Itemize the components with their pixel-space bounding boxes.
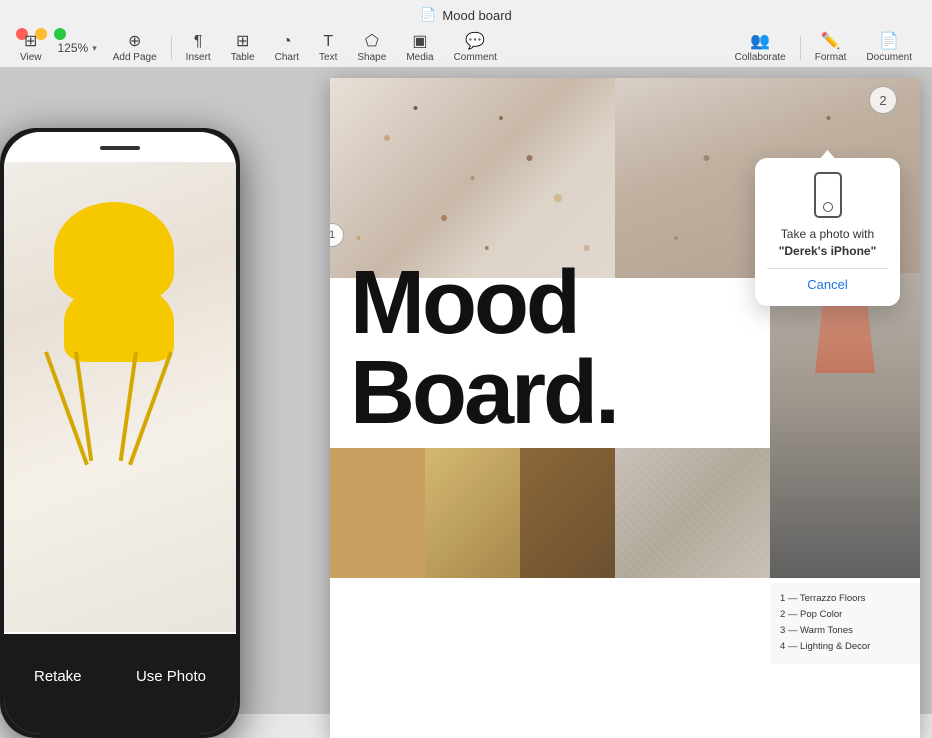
shape-label: Shape bbox=[357, 52, 386, 63]
main-area: MoodBoard. 1 — Terrazzo Floors 2 — Pop C… bbox=[0, 68, 932, 714]
view-label: View bbox=[20, 52, 42, 63]
text-icon: T bbox=[323, 34, 333, 50]
window-title-area: 📄 Mood board bbox=[420, 0, 512, 30]
text-label: Text bbox=[319, 52, 337, 63]
labels-area: 1 — Terrazzo Floors 2 — Pop Color 3 — Wa… bbox=[770, 583, 920, 664]
titlebar: 📄 Mood board ⊞ View 125% ▾ ⊕ Add Page ¶ … bbox=[0, 0, 932, 68]
zoom-arrow-icon: ▾ bbox=[92, 43, 97, 54]
toolbar-add-page[interactable]: ⊕ Add Page bbox=[103, 29, 167, 67]
toolbar-document[interactable]: 📄 Document bbox=[856, 29, 922, 67]
swatch-warm2 bbox=[425, 448, 520, 578]
use-photo-button[interactable]: Use Photo bbox=[136, 668, 206, 685]
swatch-warm3 bbox=[520, 448, 615, 578]
iphone-device: Retake Use Photo bbox=[0, 128, 240, 738]
chart-icon: ◔ bbox=[282, 34, 292, 50]
popup-divider bbox=[767, 268, 888, 269]
toolbar-insert[interactable]: ¶ Insert bbox=[176, 29, 221, 67]
toolbar-comment[interactable]: 💬 Comment bbox=[444, 29, 507, 67]
lamp-image bbox=[770, 273, 920, 578]
document-icon: 📄 bbox=[879, 34, 899, 50]
toolbar-view[interactable]: ⊞ View bbox=[10, 29, 52, 67]
add-page-icon: ⊕ bbox=[128, 34, 141, 50]
pages-icon: 📄 bbox=[420, 7, 436, 23]
popup-phone-icon bbox=[814, 172, 842, 218]
format-label: Format bbox=[815, 52, 847, 63]
document-label: Document bbox=[866, 52, 912, 63]
toolbar-format[interactable]: ✏️ Format bbox=[805, 29, 857, 67]
zoom-value: 125% bbox=[58, 41, 89, 55]
retake-button[interactable]: Retake bbox=[34, 668, 82, 685]
toolbar-zoom[interactable]: 125% ▾ bbox=[52, 29, 103, 67]
collaborate-label: Collaborate bbox=[735, 52, 786, 63]
popup-cancel-button[interactable]: Cancel bbox=[807, 277, 847, 292]
shape-icon: ⬠ bbox=[365, 34, 379, 50]
toolbar-separator-1 bbox=[171, 36, 172, 60]
swatch-warm1 bbox=[330, 448, 425, 578]
iphone-photo-area bbox=[4, 162, 236, 632]
comment-label: Comment bbox=[454, 52, 497, 63]
table-label: Table bbox=[231, 52, 255, 63]
insert-label: Insert bbox=[186, 52, 211, 63]
window-title: Mood board bbox=[442, 8, 511, 23]
collaborate-icon: 👥 bbox=[750, 34, 770, 50]
color-swatches bbox=[330, 448, 615, 578]
toolbar-collaborate[interactable]: 👥 Collaborate bbox=[725, 29, 796, 67]
toolbar-media[interactable]: ▣ Media bbox=[396, 29, 443, 67]
iphone-bottom-bar: Retake Use Photo bbox=[4, 634, 236, 734]
label-item-1: 1 — Terrazzo Floors bbox=[780, 591, 910, 607]
chair-seat bbox=[64, 282, 174, 362]
toolbar-table[interactable]: ⊞ Table bbox=[221, 29, 265, 67]
fuzzy-texture-image bbox=[615, 448, 770, 578]
terrazzo-image bbox=[330, 78, 615, 278]
format-icon: ✏️ bbox=[821, 34, 841, 50]
media-label: Media bbox=[406, 52, 433, 63]
label-item-4: 4 — Lighting & Decor bbox=[780, 639, 910, 655]
iphone-screen: Retake Use Photo bbox=[4, 132, 236, 734]
toolbar-shape[interactable]: ⬠ Shape bbox=[347, 29, 396, 67]
toolbar-chart[interactable]: ◔ Chart bbox=[265, 29, 309, 67]
toolbar: ⊞ View 125% ▾ ⊕ Add Page ¶ Insert ⊞ Tabl… bbox=[0, 29, 932, 67]
popup-message: Take a photo with "Derek's iPhone" bbox=[779, 226, 877, 260]
chart-label: Chart bbox=[275, 52, 299, 63]
iphone-photo-popup: Take a photo with "Derek's iPhone" Cance… bbox=[755, 158, 900, 306]
chair-photo bbox=[24, 202, 204, 582]
comment-icon: 💬 bbox=[465, 34, 485, 50]
iphone-speaker bbox=[100, 146, 140, 150]
label-item-3: 3 — Warm Tones bbox=[780, 623, 910, 639]
insert-icon: ¶ bbox=[194, 34, 203, 50]
toolbar-text[interactable]: T Text bbox=[309, 29, 347, 67]
toolbar-separator-2 bbox=[800, 36, 801, 60]
view-icon: ⊞ bbox=[24, 34, 37, 50]
label-item-2: 2 — Pop Color bbox=[780, 607, 910, 623]
table-icon: ⊞ bbox=[236, 34, 249, 50]
page-number-badge: 2 bbox=[869, 86, 897, 114]
add-page-label: Add Page bbox=[113, 52, 157, 63]
media-icon: ▣ bbox=[412, 34, 427, 50]
mood-board-title: MoodBoard. bbox=[350, 258, 617, 438]
